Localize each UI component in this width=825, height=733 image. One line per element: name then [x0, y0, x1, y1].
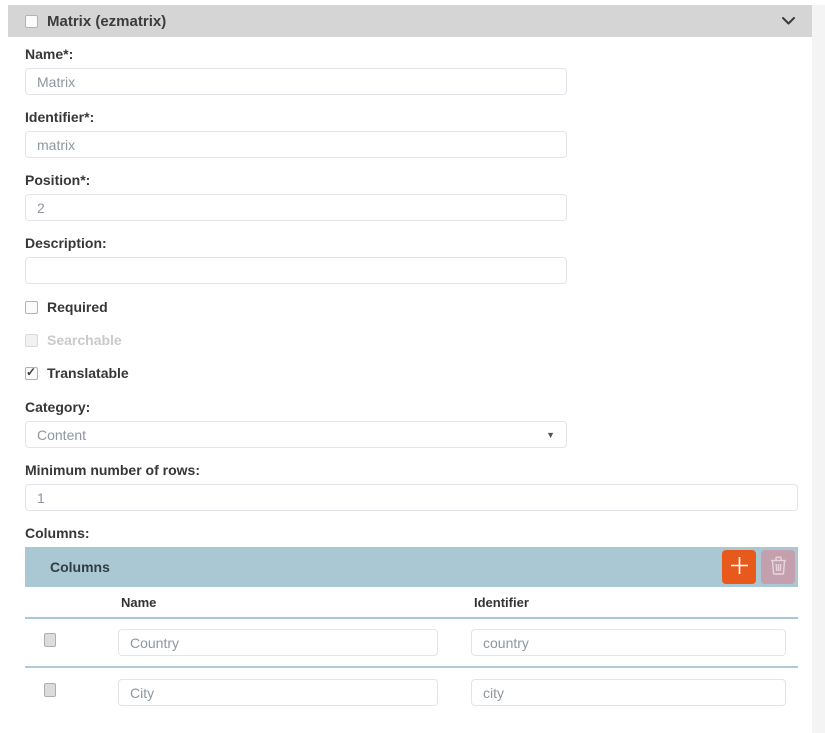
- fieldtype-select-checkbox[interactable]: [25, 15, 38, 28]
- required-checkbox[interactable]: [25, 301, 38, 314]
- delete-column-button: [761, 550, 795, 584]
- field-group-category: Category: Content ▼: [25, 399, 825, 448]
- identifier-label: Identifier*:: [25, 109, 825, 125]
- columns-table-head: Name Identifier: [25, 587, 798, 619]
- fieldtype-panel-header[interactable]: Matrix (ezmatrix): [8, 5, 812, 37]
- column-header-name: Name: [118, 595, 471, 610]
- dropdown-arrow-icon: ▼: [546, 430, 555, 440]
- category-selected-value: Content: [37, 427, 86, 443]
- field-group-name: Name*:: [25, 46, 825, 95]
- field-group-description: Description:: [25, 235, 825, 284]
- field-group-required: Required: [25, 300, 825, 314]
- column-header-identifier: Identifier: [471, 595, 798, 610]
- column-identifier-input[interactable]: [471, 629, 786, 656]
- column-name-input[interactable]: [118, 629, 438, 656]
- searchable-label: Searchable: [47, 332, 122, 348]
- field-group-translatable: Translatable: [25, 366, 825, 380]
- column-row: [25, 668, 798, 717]
- columns-table: Columns: [25, 547, 798, 717]
- panel-title: Matrix (ezmatrix): [47, 13, 166, 30]
- columns-table-header: Columns: [25, 547, 798, 587]
- identifier-input[interactable]: [25, 131, 567, 158]
- field-group-columns: Columns: Columns: [25, 525, 825, 717]
- columns-table-title: Columns: [50, 559, 110, 575]
- min-rows-label: Minimum number of rows:: [25, 462, 825, 478]
- translatable-checkbox[interactable]: [25, 367, 38, 380]
- field-group-identifier: Identifier*:: [25, 109, 825, 158]
- name-input[interactable]: [25, 68, 567, 95]
- column-name-input[interactable]: [118, 679, 438, 706]
- row-select-checkbox[interactable]: [44, 683, 56, 697]
- category-select[interactable]: Content ▼: [25, 421, 567, 448]
- description-input[interactable]: [25, 257, 567, 284]
- position-input[interactable]: [25, 194, 567, 221]
- columns-label: Columns:: [25, 525, 825, 541]
- trash-icon: [770, 556, 787, 578]
- plus-icon: [730, 556, 749, 578]
- field-group-min-rows: Minimum number of rows:: [25, 462, 825, 511]
- field-group-position: Position*:: [25, 172, 825, 221]
- required-label: Required: [47, 299, 108, 315]
- position-label: Position*:: [25, 172, 825, 188]
- searchable-checkbox: [25, 334, 38, 347]
- chevron-down-icon[interactable]: [782, 17, 795, 25]
- min-rows-input[interactable]: [25, 484, 798, 511]
- fieldtype-edit-form: Name*: Identifier*: Position*: Descripti…: [0, 37, 825, 717]
- translatable-label: Translatable: [47, 365, 129, 381]
- field-group-searchable: Searchable: [25, 333, 825, 347]
- category-label: Category:: [25, 399, 825, 415]
- add-column-button[interactable]: [722, 550, 756, 584]
- page-background-strip: [812, 5, 825, 733]
- column-identifier-input[interactable]: [471, 679, 786, 706]
- columns-table-actions: [722, 550, 795, 584]
- description-label: Description:: [25, 235, 825, 251]
- row-select-checkbox[interactable]: [44, 633, 56, 647]
- column-row: [25, 619, 798, 668]
- name-label: Name*:: [25, 46, 825, 62]
